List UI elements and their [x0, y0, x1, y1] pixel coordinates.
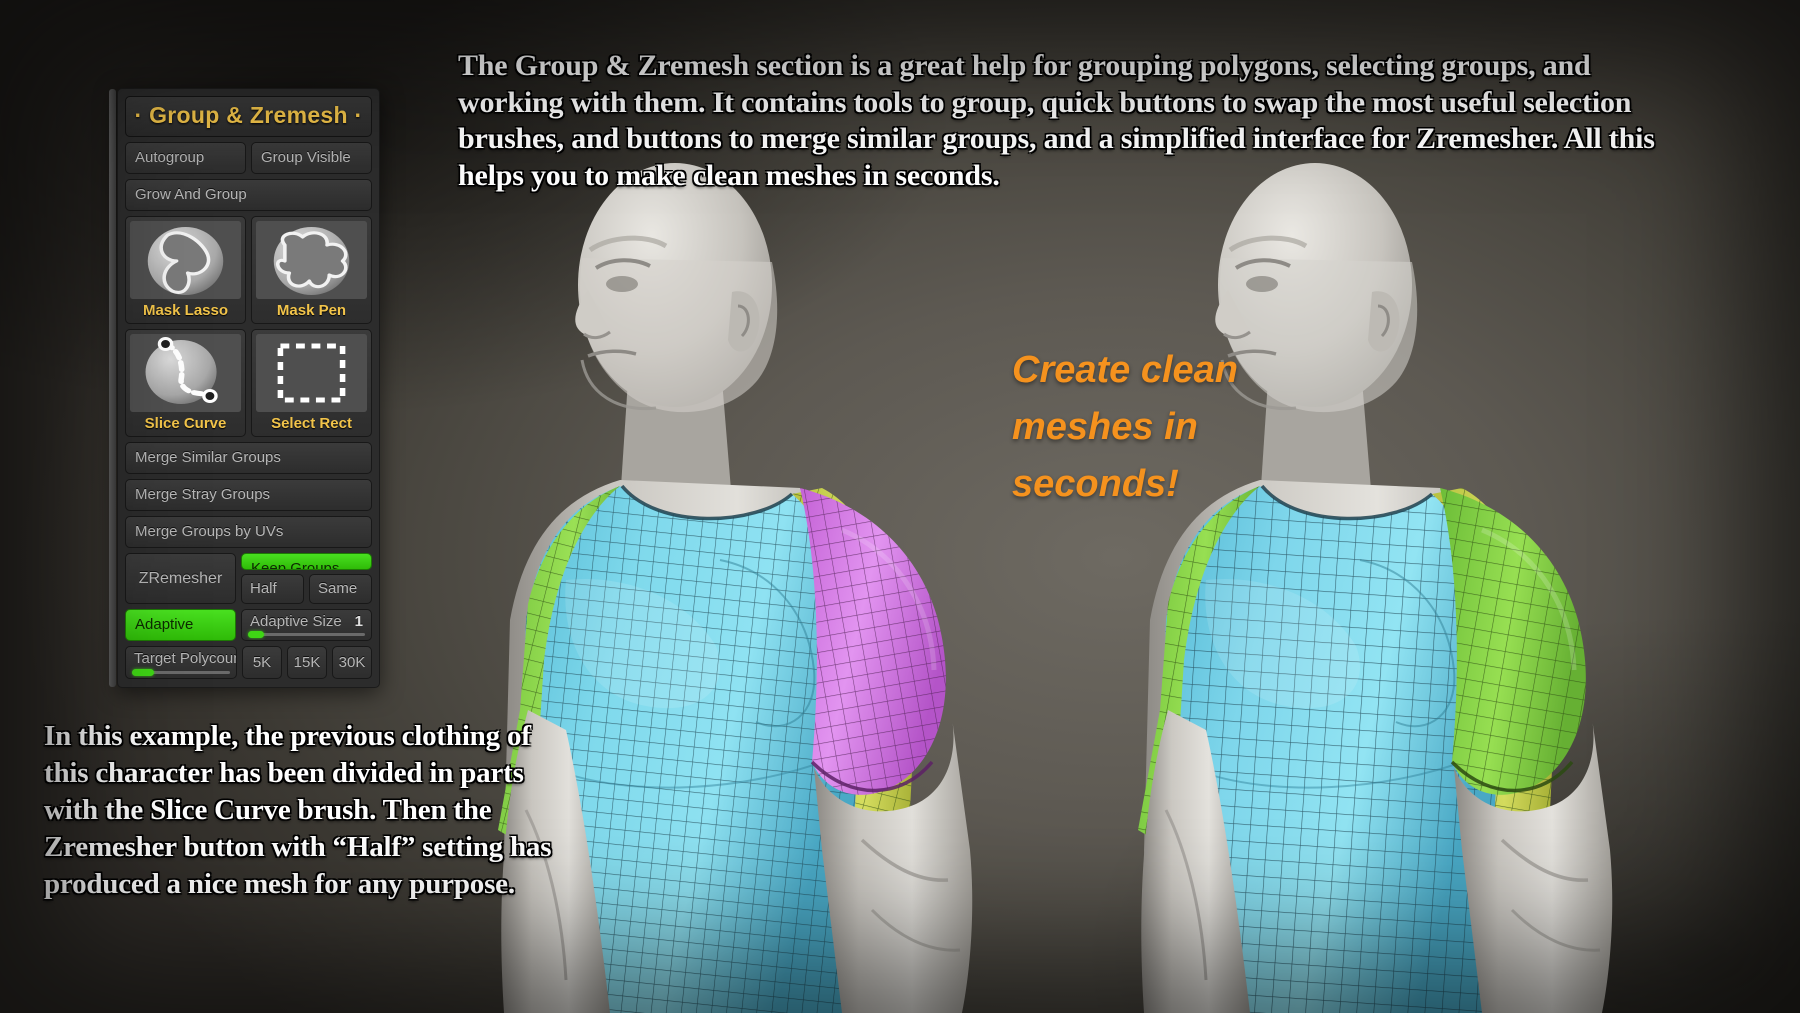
target-polycount-label: Target Polycoun	[134, 650, 237, 667]
figure-right-remeshed	[1110, 150, 1800, 1013]
brush-row-2: Slice Curve Select Rect	[125, 329, 372, 437]
merge-groups-by-uvs-button[interactable]: Merge Groups by UVs	[125, 516, 372, 548]
select-rect-icon	[256, 334, 367, 412]
adaptive-size-label: Adaptive Size	[250, 613, 342, 630]
adaptive-row: Adaptive Adaptive Size 1	[125, 609, 372, 641]
brush-mask-lasso-label: Mask Lasso	[142, 302, 229, 319]
mask-pen-icon	[256, 221, 367, 299]
merge-stray-row: Merge Stray Groups	[125, 479, 372, 511]
merge-stray-groups-button[interactable]: Merge Stray Groups	[125, 479, 372, 511]
target-polycount-slider[interactable]: Target Polycoun	[125, 646, 237, 679]
brush-mask-lasso[interactable]: Mask Lasso	[125, 216, 246, 324]
keep-groups-toggle[interactable]: Keep Groups	[241, 553, 372, 570]
polygroup-magenta-sleeve-left	[800, 488, 946, 795]
intro-paragraph: The Group & Zremesh section is a great h…	[458, 49, 1655, 192]
mask-lasso-icon	[130, 221, 241, 299]
merge-similar-row: Merge Similar Groups	[125, 442, 372, 474]
brush-slice-curve-label: Slice Curve	[144, 415, 227, 432]
slice-curve-icon	[130, 334, 241, 412]
figure-left-sliced	[470, 150, 1110, 1013]
half-button[interactable]: Half	[241, 574, 304, 604]
panel-title: · Group & Zremesh ·	[125, 96, 372, 137]
polycount-preset-15k[interactable]: 15K	[287, 646, 327, 679]
brush-select-rect-label: Select Rect	[271, 415, 352, 432]
zremesher-button[interactable]: ZRemesher	[125, 553, 236, 604]
panel-drag-rail[interactable]	[109, 89, 116, 687]
zremesher-options: Keep Groups Half Same	[241, 553, 372, 604]
merge-similar-groups-button[interactable]: Merge Similar Groups	[125, 442, 372, 474]
adaptive-size-track	[248, 631, 365, 638]
brush-row-1: Mask Lasso Mask Pen	[125, 216, 372, 324]
zremesher-block: ZRemesher Keep Groups Half Same	[125, 553, 372, 604]
adaptive-size-value: 1	[354, 613, 363, 630]
brush-mask-pen-label: Mask Pen	[276, 302, 347, 319]
autogroup-button[interactable]: Autogroup	[125, 142, 246, 174]
group-row-2: Grow And Group	[125, 179, 372, 211]
merge-uvs-row: Merge Groups by UVs	[125, 516, 372, 548]
brush-mask-pen[interactable]: Mask Pen	[251, 216, 372, 324]
adaptive-toggle[interactable]: Adaptive	[125, 609, 236, 641]
grow-and-group-button[interactable]: Grow And Group	[125, 179, 372, 211]
polycount-preset-30k[interactable]: 30K	[332, 646, 372, 679]
zremesher-density-pair: Half Same	[241, 574, 372, 604]
polycount-preset-5k[interactable]: 5K	[242, 646, 282, 679]
same-button[interactable]: Same	[309, 574, 372, 604]
viewport-canvas: The Group & Zremesh section is a great h…	[0, 0, 1800, 1013]
target-polycount-row: Target Polycoun 5K 15K 30K	[125, 646, 372, 679]
adaptive-size-fill	[248, 631, 265, 638]
group-zremesh-panel: · Group & Zremesh · Autogroup Group Visi…	[109, 88, 380, 688]
example-paragraph: In this example, the previous clothing o…	[44, 720, 552, 900]
group-visible-button[interactable]: Group Visible	[251, 142, 372, 174]
brush-slice-curve[interactable]: Slice Curve	[125, 329, 246, 437]
adaptive-size-slider[interactable]: Adaptive Size 1	[241, 609, 372, 641]
target-polycount-track	[132, 669, 230, 676]
target-polycount-fill	[132, 669, 154, 676]
brush-select-rect[interactable]: Select Rect	[251, 329, 372, 437]
head-left	[575, 163, 778, 413]
polygroup-green-sleeve-right	[1440, 488, 1586, 795]
tagline-callout: Create clean meshes in seconds!	[1012, 349, 1239, 505]
group-row-1: Autogroup Group Visible	[125, 142, 372, 174]
